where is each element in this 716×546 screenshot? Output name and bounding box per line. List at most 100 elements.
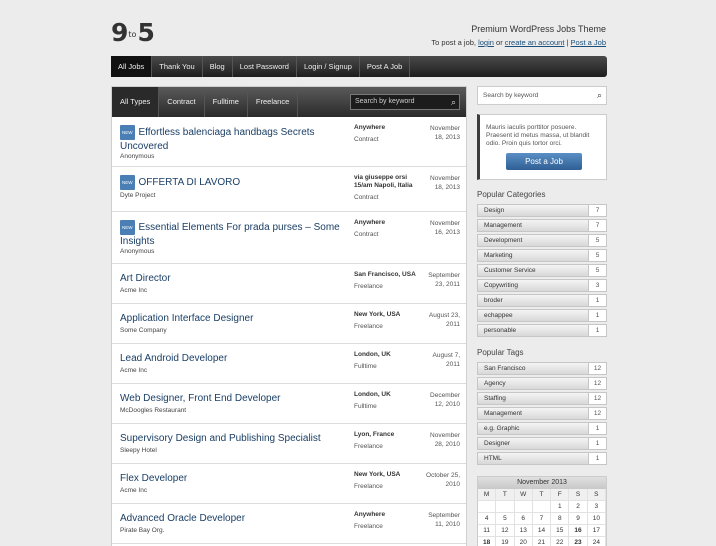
calendar-day[interactable]: 7 — [532, 513, 552, 525]
create-account-link[interactable]: create an account — [505, 38, 565, 47]
job-row[interactable]: Web Designer, Front End Developer McDoogl… — [112, 384, 466, 424]
calendar-day[interactable]: 19 — [496, 537, 515, 546]
job-title-link[interactable]: Lead Android Developer — [120, 352, 345, 365]
job-title-link[interactable]: Art Director — [120, 272, 345, 285]
calendar-day[interactable]: 18 — [478, 537, 497, 546]
job-row[interactable]: Art Director Acme Inc San Francisco, USA Fr… — [112, 264, 466, 304]
item-label[interactable]: Design — [484, 205, 504, 216]
calendar-day[interactable]: 20 — [515, 537, 533, 546]
calendar-day[interactable]: 12 — [496, 525, 515, 537]
item-label[interactable]: e.g. Graphic — [484, 423, 519, 434]
calendar-day[interactable]: 1 — [551, 501, 570, 513]
job-row[interactable]: Supervisory Design and Publishing Specia… — [112, 424, 466, 464]
keyword-search-input[interactable]: Search by keyword ⌕ — [350, 94, 460, 110]
job-row[interactable]: Advanced Oracle Developer Pirate Bay Org.… — [112, 504, 466, 544]
tag-item[interactable]: Management 12 — [477, 407, 607, 420]
calendar-day[interactable]: 2 — [569, 501, 588, 513]
nav-thank-you[interactable]: Thank You — [152, 56, 203, 77]
nav-lost-password[interactable]: Lost Password — [233, 56, 297, 77]
item-count: 3 — [588, 280, 606, 291]
calendar-day[interactable]: 14 — [532, 525, 552, 537]
site-logo[interactable]: 9to5 — [111, 18, 155, 47]
filter-all-types[interactable]: All Types — [112, 87, 160, 117]
calendar-day[interactable]: 3 — [587, 501, 606, 513]
calendar-day[interactable]: 23 — [569, 537, 588, 546]
calendar-day[interactable]: 22 — [551, 537, 570, 546]
calendar-day[interactable]: 16 — [569, 525, 588, 537]
job-title-link[interactable]: NEW Effortless balenciaga handbags Secret… — [120, 125, 345, 153]
sidebar-search-input[interactable]: Search by keyword ⌕ — [477, 86, 607, 105]
tag-item[interactable]: Staffing 12 — [477, 392, 607, 405]
login-link[interactable]: login — [478, 38, 494, 47]
filter-fulltime[interactable]: Fulltime — [205, 87, 248, 117]
job-title-link[interactable]: NEW Essential Elements For prada purses –… — [120, 220, 345, 248]
tag-item[interactable]: Agency 12 — [477, 377, 607, 390]
calendar-day[interactable]: 13 — [514, 525, 533, 537]
filter-contract[interactable]: Contract — [159, 87, 205, 117]
calendar-day[interactable]: 15 — [551, 525, 570, 537]
item-label[interactable]: personable — [484, 325, 516, 336]
item-label[interactable]: Designer — [484, 438, 510, 449]
job-title-link[interactable]: Web Designer, Front End Developer — [120, 392, 345, 405]
item-label[interactable]: Agency — [484, 378, 506, 389]
job-row[interactable]: Lead Android Developer Acme Inc London, UK… — [112, 344, 466, 384]
category-item[interactable]: broder 1 — [477, 294, 607, 307]
job-title-link[interactable]: Flex Developer — [120, 472, 345, 485]
calendar-day[interactable]: 24 — [588, 537, 606, 546]
post-job-button[interactable]: Post a Job — [506, 153, 582, 170]
category-item[interactable]: Marketing 5 — [477, 249, 607, 262]
job-row[interactable]: NEW OFFERTA DI LAVORO Dyte Project via gius… — [112, 167, 466, 212]
job-row[interactable]: Flex Developer Acme Inc New York, USA Freel… — [112, 464, 466, 504]
post-job-link[interactable]: Post a Job — [571, 38, 606, 47]
nav-all-jobs[interactable]: All Jobs — [111, 56, 153, 77]
tag-item[interactable]: HTML 1 — [477, 452, 607, 465]
calendar-day[interactable]: 6 — [514, 513, 533, 525]
tag-item[interactable]: Designer 1 — [477, 437, 607, 450]
nav-post-a-job[interactable]: Post A Job — [360, 56, 411, 77]
item-label[interactable]: Customer Service — [484, 265, 536, 276]
calendar-day[interactable]: 5 — [496, 513, 515, 525]
calendar-day[interactable]: 8 — [551, 513, 570, 525]
nav-blog[interactable]: Blog — [203, 56, 233, 77]
item-label[interactable]: HTML — [484, 453, 502, 464]
item-label[interactable]: Development — [484, 235, 522, 246]
calendar-day[interactable]: 17 — [587, 525, 606, 537]
category-item[interactable]: Design 7 — [477, 204, 607, 217]
item-label[interactable]: Management — [484, 220, 522, 231]
category-item[interactable]: personable 1 — [477, 324, 607, 337]
filter-freelance[interactable]: Freelance — [248, 87, 299, 117]
item-label[interactable]: Management — [484, 408, 522, 419]
calendar-day[interactable]: 4 — [478, 513, 497, 525]
calendar-day[interactable]: 11 — [478, 525, 497, 537]
item-label[interactable]: Marketing — [484, 250, 513, 261]
item-label[interactable]: Staffing — [484, 393, 506, 404]
calendar-day[interactable]: 21 — [533, 537, 552, 546]
job-title-link[interactable]: Supervisory Design and Publishing Specia… — [120, 432, 345, 445]
item-label[interactable]: Copywriting — [484, 280, 518, 291]
job-row[interactable]: NEW Effortless balenciaga handbags Secret… — [112, 117, 466, 167]
category-item[interactable]: Customer Service 5 — [477, 264, 607, 277]
tag-item[interactable]: San Francisco 12 — [477, 362, 607, 375]
search-icon[interactable]: ⌕ — [597, 87, 602, 104]
job-type: Freelance — [354, 323, 383, 330]
job-row[interactable]: NEW Essential Elements For prada purses –… — [112, 212, 466, 264]
category-item[interactable]: Development 5 — [477, 234, 607, 247]
job-row[interactable]: Application Interface Designer Some Compa… — [112, 304, 466, 344]
category-item[interactable]: echappee 1 — [477, 309, 607, 322]
category-item[interactable]: Copywriting 3 — [477, 279, 607, 292]
job-title-link[interactable]: Advanced Oracle Developer — [120, 512, 345, 525]
job-type: Freelance — [354, 283, 383, 290]
job-type: Freelance — [354, 523, 383, 530]
item-label[interactable]: broder — [484, 295, 503, 306]
search-icon[interactable]: ⌕ — [451, 95, 456, 109]
item-label[interactable]: San Francisco — [484, 363, 526, 374]
calendar-day[interactable]: 9 — [569, 513, 588, 525]
job-title-link[interactable]: NEW OFFERTA DI LAVORO — [120, 175, 345, 190]
nav-login-signup[interactable]: Login / Signup — [297, 56, 360, 77]
item-label[interactable]: echappee — [484, 310, 513, 321]
category-item[interactable]: Management 7 — [477, 219, 607, 232]
tag-item[interactable]: e.g. Graphic 1 — [477, 422, 607, 435]
job-type: Fulltime — [354, 363, 377, 370]
calendar-day[interactable]: 10 — [587, 513, 606, 525]
job-title-link[interactable]: Application Interface Designer — [120, 312, 345, 325]
